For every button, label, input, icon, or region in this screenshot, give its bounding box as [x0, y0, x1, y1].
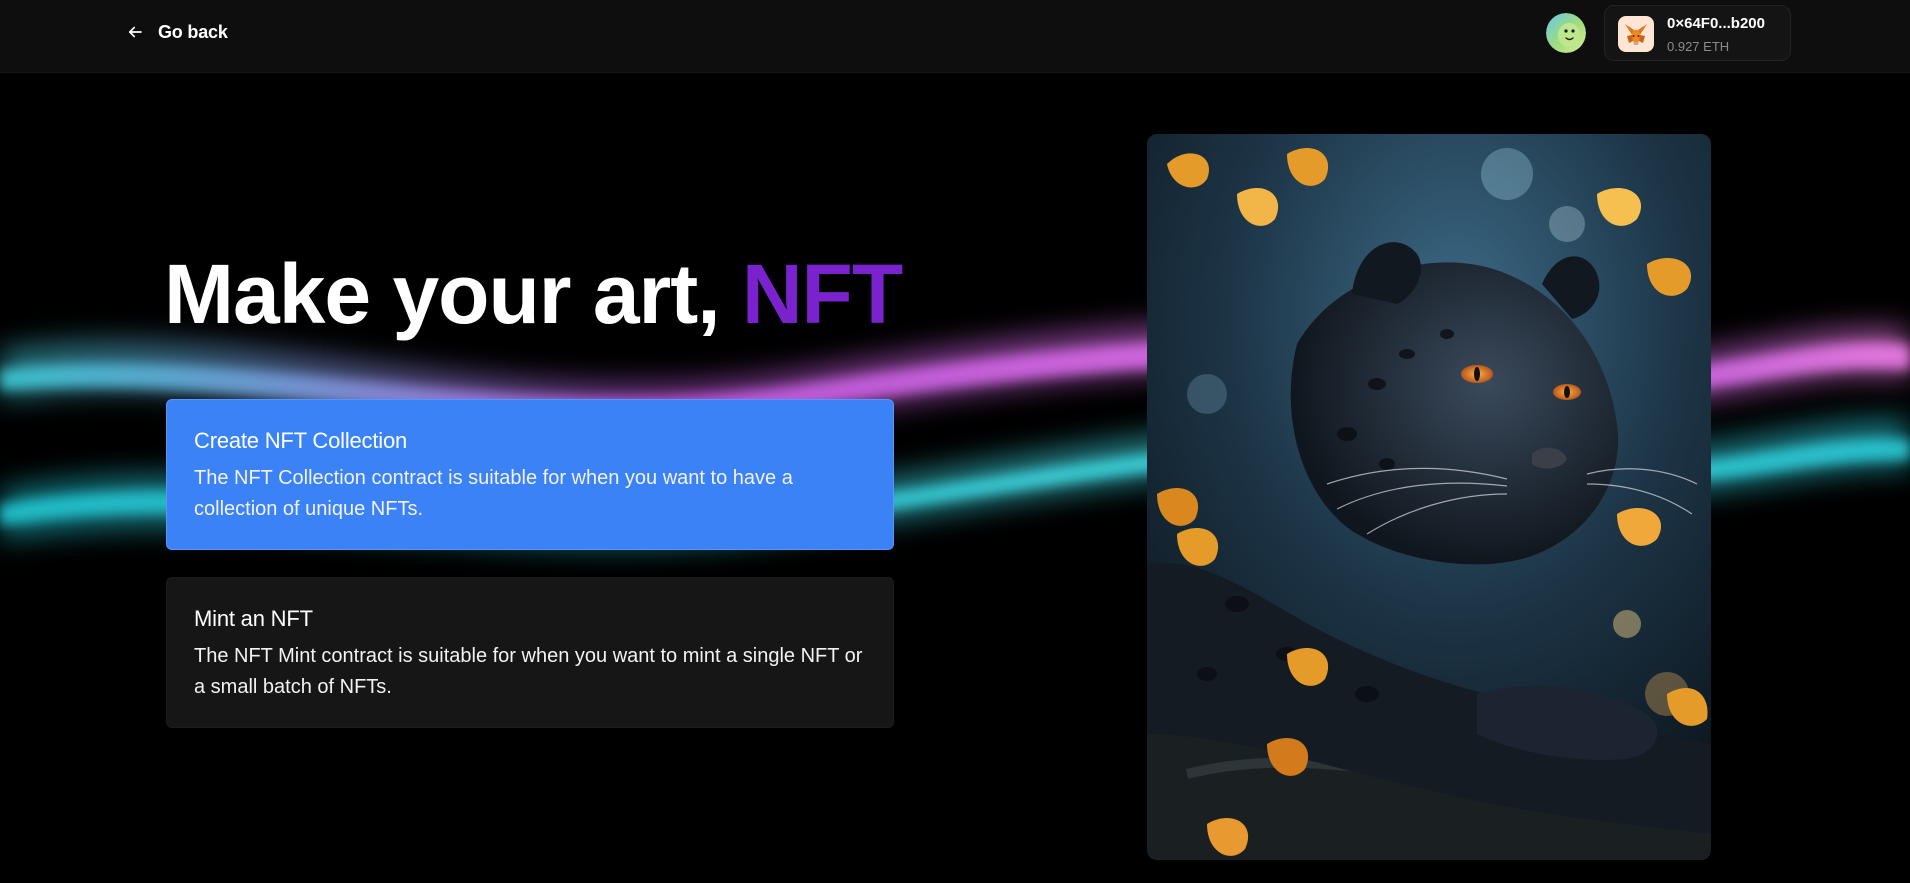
artwork-image: [1147, 134, 1711, 860]
go-back-button[interactable]: Go back: [126, 18, 228, 46]
option-description: The NFT Collection contract is suitable …: [194, 467, 793, 520]
option-description: The NFT Mint contract is suitable for wh…: [194, 645, 863, 698]
wallet-balance: 0.927 ETH: [1667, 39, 1730, 54]
option-title: Mint an NFT: [194, 606, 313, 631]
wallet-button[interactable]: 0×64F0...b200 0.927 ETH: [1604, 5, 1791, 61]
wallet-address: 0×64F0...b200: [1667, 15, 1765, 32]
user-avatar[interactable]: [1546, 13, 1586, 53]
page-title-accent: NFT: [741, 247, 903, 341]
page-title-main: Make your art,: [164, 247, 742, 341]
metamask-fox-icon: [1618, 16, 1654, 52]
top-bar: Go back 0×64F0...b200 0.927 ETH: [0, 0, 1910, 73]
arrow-left-icon: [126, 23, 144, 41]
create-nft-collection-option[interactable]: Create NFT Collection The NFT Collection…: [166, 399, 894, 550]
go-back-label: Go back: [158, 21, 228, 42]
mint-nft-option[interactable]: Mint an NFT The NFT Mint contract is sui…: [166, 577, 894, 728]
option-title: Create NFT Collection: [194, 428, 408, 453]
page-title: Make your art, NFT: [164, 252, 903, 336]
page: Go back 0×64F0...b200 0.927 ETH Make you…: [0, 0, 1910, 883]
